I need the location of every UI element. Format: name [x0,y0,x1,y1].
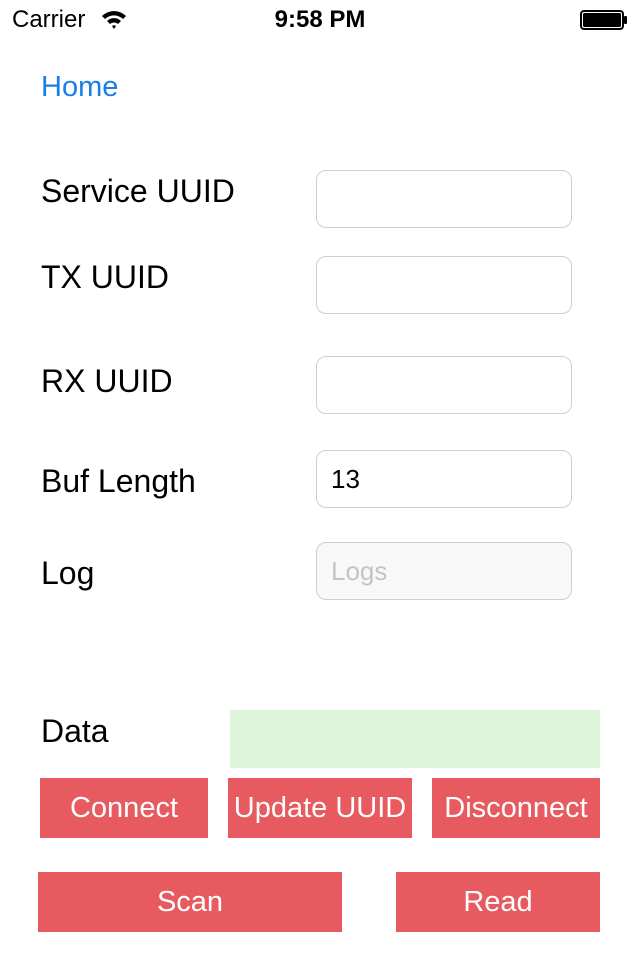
status-bar: Carrier 9:58 PM [0,0,640,40]
disconnect-button[interactable]: Disconnect [432,778,600,838]
data-field[interactable] [230,710,600,768]
tx-uuid-label: TX UUID [41,259,169,295]
service-uuid-field[interactable] [316,170,572,228]
rx-uuid-field[interactable] [316,356,572,414]
battery-icon [580,10,627,30]
log-field[interactable] [316,542,572,600]
update-uuid-button[interactable]: Update UUID [228,778,412,838]
scan-button[interactable]: Scan [38,872,342,932]
buf-length-label: Buf Length [41,463,196,499]
service-uuid-label: Service UUID [41,173,235,209]
clock: 9:58 PM [274,6,366,33]
buf-length-field[interactable] [316,450,572,508]
connect-button[interactable]: Connect [40,778,208,838]
home-link[interactable]: Home [41,70,118,104]
tx-uuid-field[interactable] [316,256,572,314]
rx-uuid-label: RX UUID [41,363,173,399]
data-label: Data [41,713,109,749]
read-button[interactable]: Read [396,872,600,932]
log-label: Log [41,555,95,591]
